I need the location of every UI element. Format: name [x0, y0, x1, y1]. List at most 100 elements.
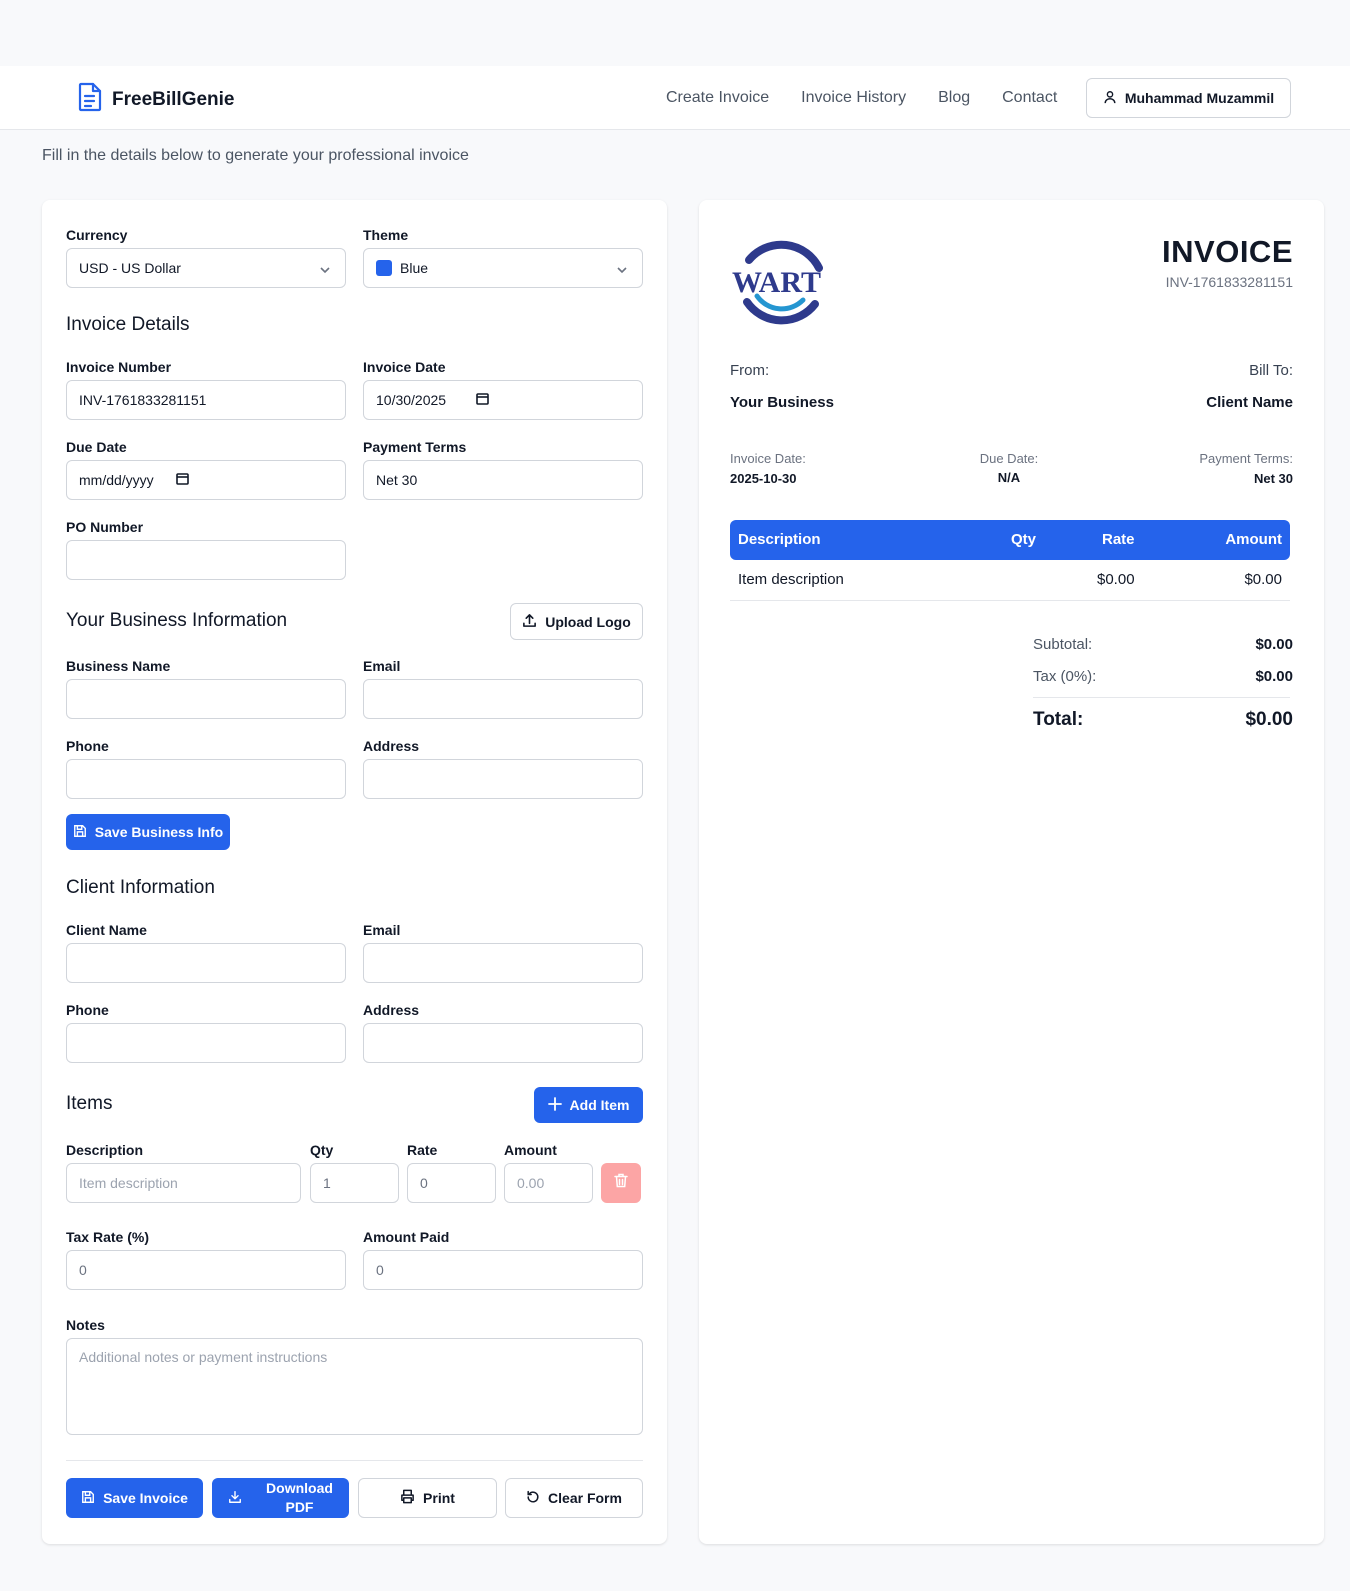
notes-placeholder: Additional notes or payment instructions	[79, 1349, 328, 1365]
due-date-input[interactable]: mm/dd/yyyy	[66, 460, 346, 500]
client-phone-input[interactable]	[66, 1023, 346, 1063]
chevron-down-icon	[616, 263, 628, 279]
currency-select[interactable]: USD - US Dollar	[66, 248, 346, 288]
amount-paid-value: 0	[376, 1262, 384, 1278]
add-item-button[interactable]: Add Item	[534, 1087, 643, 1123]
notes-textarea[interactable]: Additional notes or payment instructions	[66, 1338, 643, 1435]
user-menu-button[interactable]: Muhammad Muzammil	[1086, 78, 1291, 118]
bill-to-label: Bill To:	[1249, 362, 1293, 379]
print-button[interactable]: Print	[358, 1478, 497, 1518]
po-number-input[interactable]	[66, 540, 346, 580]
business-name-input[interactable]	[66, 679, 346, 719]
item-rate-value: 0	[420, 1175, 428, 1191]
amount-paid-input[interactable]: 0	[363, 1250, 643, 1290]
clear-form-button[interactable]: Clear Form	[505, 1478, 643, 1518]
add-item-label: Add Item	[569, 1097, 630, 1113]
upload-icon	[522, 613, 537, 631]
invoice-date-label: Invoice Date	[363, 359, 446, 375]
print-label: Print	[423, 1490, 455, 1506]
business-phone-input[interactable]	[66, 759, 346, 799]
tax-rate-label: Tax Rate (%)	[66, 1229, 149, 1245]
payment-terms-input[interactable]: Net 30	[363, 460, 643, 500]
theme-label: Theme	[363, 227, 409, 243]
row-amount: $0.00	[1244, 571, 1282, 588]
invoice-number-label: Invoice Number	[66, 359, 172, 375]
client-email-input[interactable]	[363, 943, 643, 983]
item-rate-input[interactable]: 0	[407, 1163, 496, 1203]
bill-to-value: Client Name	[1206, 394, 1293, 411]
invoice-date-value: 10/30/2025	[376, 392, 447, 408]
item-description-label: Description	[66, 1142, 144, 1158]
client-name-label: Client Name	[66, 922, 147, 938]
nav-create-invoice[interactable]: Create Invoice	[666, 89, 769, 107]
row-description: Item description	[738, 571, 844, 588]
nav-contact[interactable]: Contact	[1002, 89, 1057, 107]
total-value: $0.00	[1245, 709, 1293, 730]
calendar-icon[interactable]	[175, 472, 189, 488]
save-business-info-button[interactable]: Save Business Info	[66, 814, 230, 850]
trash-icon	[614, 1173, 628, 1193]
invoice-number-input[interactable]: INV-1761833281151	[66, 380, 346, 420]
business-phone-label: Phone	[66, 738, 109, 754]
save-invoice-label: Save Invoice	[103, 1490, 188, 1506]
delete-item-button[interactable]	[601, 1163, 641, 1203]
invoice-form-card: Currency USD - US Dollar Theme Blue Invo…	[42, 200, 667, 1544]
invoice-preview-card: WART INVOICE INV-1761833281151 From: You…	[699, 200, 1324, 1544]
company-logo: WART	[727, 230, 827, 330]
item-amount-input: 0.00	[504, 1163, 593, 1203]
theme-select[interactable]: Blue	[363, 248, 643, 288]
page-subtitle: Fill in the details below to generate yo…	[42, 147, 469, 164]
po-number-label: PO Number	[66, 519, 144, 535]
upload-logo-label: Upload Logo	[545, 613, 631, 630]
user-name: Muhammad Muzammil	[1124, 90, 1275, 106]
tax-rate-value: 0	[79, 1262, 87, 1278]
item-description-input[interactable]: Item description	[66, 1163, 301, 1203]
save-business-label: Save Business Info	[94, 824, 224, 840]
tax-label: Tax (0%):	[1033, 668, 1097, 685]
total-label: Total:	[1033, 709, 1084, 730]
payment-terms-label: Payment Terms	[363, 439, 467, 455]
invoice-details-title: Invoice Details	[66, 314, 190, 335]
theme-color-swatch	[376, 260, 392, 276]
invoice-number-display: INV-1761833281151	[1165, 274, 1293, 290]
client-info-title: Client Information	[66, 877, 215, 898]
tax-rate-input[interactable]: 0	[66, 1250, 346, 1290]
due-date-placeholder: mm/dd/yyyy	[79, 472, 154, 488]
from-label: From:	[730, 362, 770, 379]
from-value: Your Business	[730, 394, 834, 411]
currency-label: Currency	[66, 227, 128, 243]
chevron-down-icon	[319, 263, 331, 279]
business-email-input[interactable]	[363, 679, 643, 719]
calendar-icon[interactable]	[476, 392, 489, 408]
items-title: Items	[66, 1093, 113, 1114]
business-address-input[interactable]	[363, 759, 643, 799]
invoice-date-input[interactable]: 10/30/2025	[363, 380, 643, 420]
business-address-label: Address	[363, 738, 420, 754]
nav-invoice-history[interactable]: Invoice History	[801, 89, 906, 107]
client-name-input[interactable]	[66, 943, 346, 983]
user-icon	[1103, 90, 1117, 107]
col-qty: Qty	[1011, 531, 1037, 548]
logo-text: WART	[732, 266, 821, 299]
save-invoice-button[interactable]: Save Invoice	[66, 1478, 203, 1518]
col-amount: Amount	[1225, 531, 1282, 548]
item-amount-label: Amount	[504, 1142, 557, 1158]
nav-blog[interactable]: Blog	[938, 89, 970, 107]
due-date-label: Due Date	[66, 439, 127, 455]
item-description-placeholder: Item description	[79, 1175, 178, 1191]
download-pdf-button[interactable]: Download PDF	[212, 1478, 349, 1518]
client-phone-label: Phone	[66, 1002, 109, 1018]
currency-value: USD - US Dollar	[79, 260, 181, 276]
nav-links: Create Invoice Invoice History Blog Cont…	[666, 66, 1057, 130]
upload-logo-button[interactable]: Upload Logo	[510, 603, 643, 640]
notes-label: Notes	[66, 1317, 105, 1333]
download-pdf-label-line1: Download	[266, 1480, 333, 1496]
client-address-input[interactable]	[363, 1023, 643, 1063]
item-qty-input[interactable]: 1	[310, 1163, 399, 1203]
item-amount-value: 0.00	[517, 1175, 545, 1191]
preview-due-date-value: N/A	[997, 470, 1021, 485]
business-info-title: Your Business Information	[66, 610, 288, 631]
tax-value: $0.00	[1255, 668, 1293, 685]
brand[interactable]: FreeBillGenie	[78, 82, 235, 117]
preview-invoice-date-label: Invoice Date:	[730, 451, 806, 466]
